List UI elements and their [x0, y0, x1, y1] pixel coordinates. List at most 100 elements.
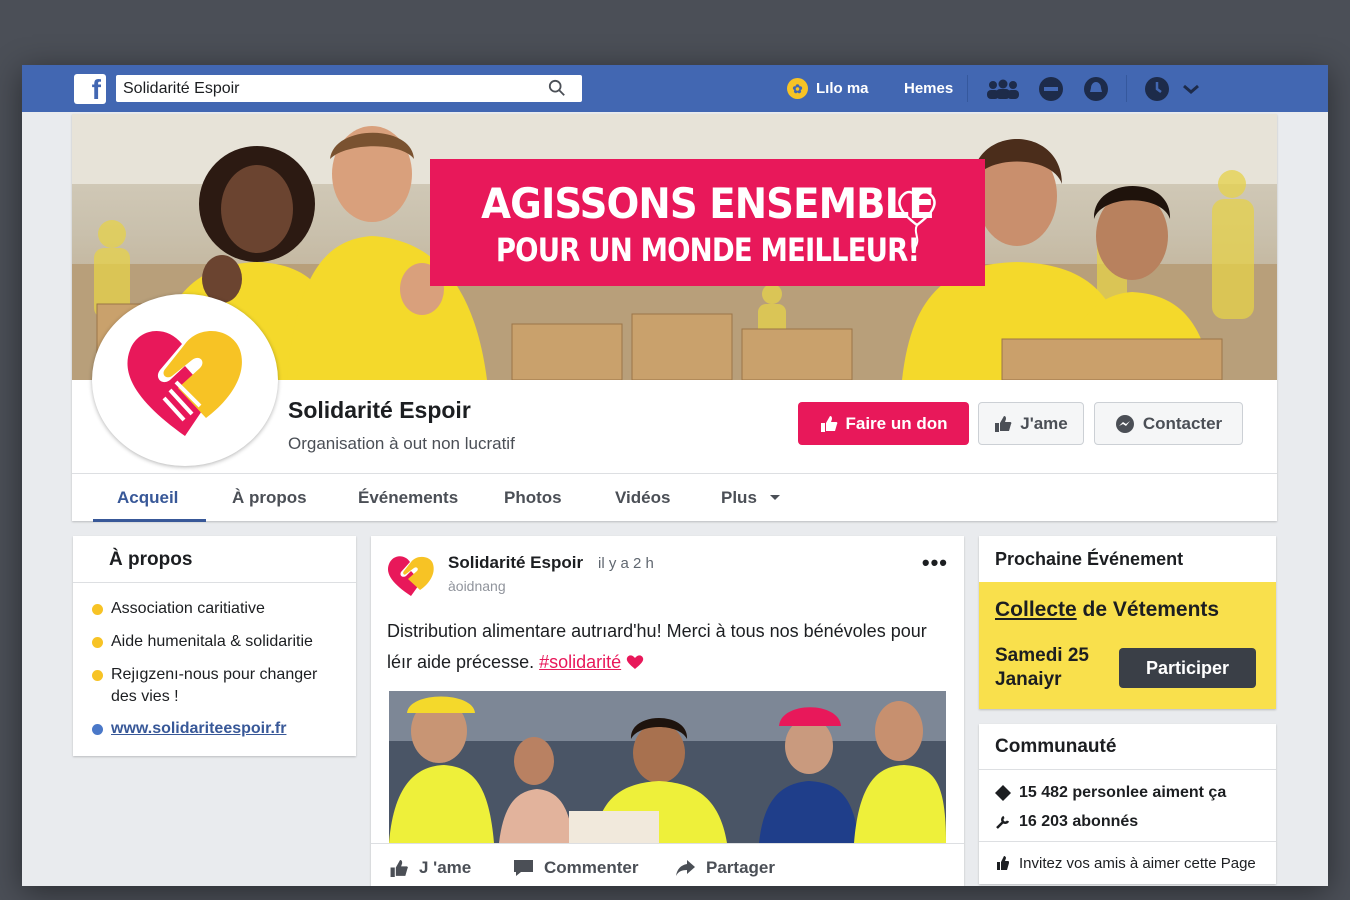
top-navigation-bar: f Solidarité Espoir ✿ Lılo ma Hemes [22, 65, 1328, 112]
like-label: J'ame [1020, 413, 1068, 433]
post-body: Distribution alimentare autrıard'hu! Mer… [387, 616, 927, 678]
user-name: Lılo ma [816, 80, 869, 97]
like-post-label: J 'ame [419, 858, 472, 877]
share-icon [676, 860, 695, 876]
chevron-down-icon [769, 495, 780, 500]
page-header-card: AGISSONS ENSEMBLE POUR UN MONDE MEILLEUR… [72, 114, 1277, 522]
tab-about[interactable]: À propos [232, 488, 307, 508]
chevron-down-icon[interactable] [1178, 76, 1204, 102]
about-card: À propos Association caritiative Aide hu… [73, 536, 356, 756]
community-card: Communauté 15 482 personlee aiment ça 16… [979, 724, 1276, 884]
contact-label: Contacter [1142, 413, 1223, 433]
tab-events[interactable]: Événements [358, 488, 458, 508]
thumbs-up-icon [997, 856, 1009, 870]
search-input-value: Solidarité Espoir [123, 79, 240, 97]
comment-button[interactable]: Commenter [513, 858, 638, 878]
thumbs-up-icon [820, 415, 837, 432]
thumbs-up-icon [995, 415, 1012, 432]
page-title: Solidarité Espoir [288, 397, 471, 423]
share-button[interactable]: Partager [675, 858, 775, 878]
post-action-bar: J 'ame Commenter Partager [371, 843, 964, 886]
hashtag-link[interactable]: #solidarité [539, 652, 621, 672]
search-input[interactable]: Solidarité Espoir [116, 75, 582, 102]
more-options-icon[interactable]: ••• [922, 550, 948, 576]
about-item: Aide humenitala & solidaritie [92, 631, 313, 653]
upcoming-event-card: Prochaine Événement Collecte de Vétement… [979, 536, 1276, 709]
post-subline: àoidnang [448, 578, 506, 594]
community-heading: Communauté [979, 724, 1276, 770]
tab-more-label: Plus [721, 488, 757, 507]
browser-window: f Solidarité Espoir ✿ Lılo ma Hemes AGIS… [22, 65, 1328, 886]
like-post-button[interactable]: J 'ame [389, 858, 471, 878]
tab-home[interactable]: Acqueil [117, 488, 178, 508]
banner-headline: AGISSONS ENSEMBLE [481, 179, 935, 228]
balloon-heart-icon [898, 190, 936, 248]
donate-label: Faire un don [845, 413, 948, 433]
post-card: Solidarité Espoir il y a 2 h àoidnang ••… [371, 536, 964, 886]
about-item: Association caritiative [92, 598, 265, 620]
share-label: Partager [706, 858, 775, 877]
bullet-icon [92, 670, 103, 681]
followers-count: 16 203 abonnés [1019, 813, 1139, 830]
post-author-avatar[interactable] [385, 552, 437, 598]
messages-icon[interactable] [1038, 76, 1064, 102]
volunteers-photo-illustration [389, 691, 946, 843]
comment-icon [514, 860, 533, 876]
divider [1126, 75, 1127, 102]
help-icon[interactable] [1144, 76, 1170, 102]
post-photo[interactable] [389, 691, 946, 843]
about-heading: À propos [73, 536, 356, 583]
event-body: Collecte de Vétements Samedi 25 Janaiyr … [979, 582, 1276, 709]
invite-text: Invitez vos amis à aimer cette Page [1019, 854, 1256, 872]
user-avatar: ✿ [787, 78, 808, 99]
likes-count: 15 482 personlee aiment ça [1019, 784, 1227, 801]
event-date: Samedi 25 Janaiyr [995, 645, 1089, 690]
search-icon[interactable] [548, 79, 566, 97]
comment-label: Commenter [544, 858, 639, 877]
home-link[interactable]: Hemes [904, 80, 953, 97]
donate-button[interactable]: Faire un don [798, 402, 969, 445]
post-timestamp[interactable]: il y a 2 h [598, 555, 654, 572]
divider [967, 75, 968, 102]
facebook-logo-icon[interactable]: f [74, 74, 106, 104]
post-author-name[interactable]: Solidarité Espoir [448, 553, 583, 573]
about-item-text: Aide humenitala & solidaritie [111, 633, 313, 650]
likes-count-row: 15 482 personlee aiment ça [995, 784, 1226, 802]
about-item-text: Association caritiative [111, 600, 265, 617]
profile-picture[interactable] [92, 294, 278, 466]
contact-button[interactable]: Contacter [1094, 402, 1243, 445]
active-tab-indicator [93, 519, 206, 522]
about-item-text: Rejıgzenı-nous pour changer des vies ! [111, 666, 318, 705]
bullet-icon [92, 637, 103, 648]
participate-button[interactable]: Participer [1119, 648, 1256, 688]
globe-icon [92, 724, 103, 735]
cover-banner: AGISSONS ENSEMBLE POUR UN MONDE MEILLEUR… [430, 159, 985, 286]
post-text: Distribution alimentare autrıard'hu! Mer… [387, 621, 927, 672]
event-title[interactable]: Collecte de Vétements [995, 598, 1219, 622]
event-heading: Prochaine Événement [979, 536, 1276, 583]
handshake-heart-logo [127, 331, 242, 436]
event-title-rest: de Vétements [1082, 598, 1220, 621]
thumbs-up-icon [390, 859, 408, 877]
page-tabs: Acqueil À propos Événements Photos Vidéo… [72, 473, 1277, 522]
about-item: Rejıgzenı-nous pour changer des vies ! [92, 664, 342, 708]
friends-icon[interactable] [985, 76, 1021, 102]
website-item: www.solidariteespoir.fr [92, 718, 286, 740]
invite-friends-link[interactable]: Invitez vos amis à aimer cette Page [979, 841, 1276, 884]
messenger-icon [1115, 414, 1134, 433]
like-page-button[interactable]: J'ame [978, 402, 1084, 445]
followers-count-row: 16 203 abonnés [995, 813, 1138, 831]
bullet-icon [92, 604, 103, 615]
website-link[interactable]: www.solidariteespoir.fr [111, 718, 286, 740]
wrench-icon [996, 815, 1010, 829]
event-title-link: Collecte [995, 598, 1077, 621]
heart-icon [626, 655, 644, 669]
tab-more[interactable]: Plus [721, 488, 781, 508]
diamond-icon [995, 785, 1011, 801]
tab-videos[interactable]: Vidéos [615, 488, 670, 508]
notifications-icon[interactable] [1083, 76, 1109, 102]
profile-link[interactable]: ✿ Lılo ma [787, 78, 869, 99]
banner-subheadline: POUR UN MONDE MEILLEUR! [495, 231, 920, 269]
tab-photos[interactable]: Photos [504, 488, 562, 508]
page-category: Organisation à out non lucratif [288, 434, 515, 453]
